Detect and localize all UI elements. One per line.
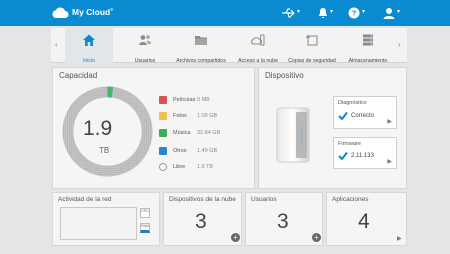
- users-title: Usuarios: [251, 196, 277, 203]
- apps-title: Aplicaciones: [332, 196, 369, 203]
- nav-item-label: Copias de seguridad: [288, 58, 336, 64]
- legend-item: Fotos 1.09 GB: [159, 112, 239, 124]
- device-title: Dispositivo: [265, 71, 304, 80]
- legend-item: Música 32.84 GB: [159, 129, 239, 141]
- capacity-title: Capacidad: [59, 71, 98, 80]
- nav-item-label: Inicio: [82, 58, 96, 64]
- photo-icon: [159, 112, 167, 120]
- cloud-devices-card[interactable]: Dispositivos de la nube 3 +: [163, 192, 242, 246]
- nav-prev-icon[interactable]: ‹: [55, 40, 58, 49]
- cloud-devices-icon: [251, 34, 265, 46]
- legend-item: Libre 1.9 TB: [159, 163, 239, 175]
- ram-indicator: RAM: [140, 223, 150, 233]
- nav-item-home[interactable]: Inicio: [65, 28, 113, 64]
- nav-item-label: Archivos compartidos: [176, 58, 226, 64]
- nav-item-storage[interactable]: Almacenamiento: [343, 28, 393, 64]
- diagnostics-card[interactable]: Diagnóstico Correcto ▶: [333, 96, 397, 129]
- free-icon: [159, 163, 167, 171]
- usb-caret-icon[interactable]: ▾: [297, 8, 300, 15]
- diagnostics-arrow-icon[interactable]: ▶: [387, 118, 392, 125]
- apps-count: 4: [358, 210, 370, 233]
- capacity-unit: TB: [99, 146, 110, 155]
- user-icon[interactable]: [381, 6, 397, 20]
- nas-drive-image: [276, 107, 310, 163]
- top-bar: My Cloud® ▾ ▾ ? ▾ ▾: [0, 0, 450, 26]
- check-icon: [338, 111, 348, 121]
- nav-item-users[interactable]: Usuarios: [121, 28, 169, 64]
- users-count: 3: [277, 210, 289, 233]
- legend-item: Otros 1.49 GB: [159, 147, 239, 159]
- svg-text:?: ?: [352, 9, 357, 18]
- main-nav: ‹ Inicio Usuarios Archivos compartidos A…: [51, 28, 407, 64]
- film-icon: [159, 96, 167, 104]
- user-caret-icon[interactable]: ▾: [397, 8, 400, 15]
- bell-icon[interactable]: [315, 6, 331, 20]
- bell-caret-icon[interactable]: ▾: [330, 8, 333, 15]
- network-title: Actividad de la red: [58, 196, 112, 203]
- nav-item-label: Almacenamiento: [348, 58, 388, 64]
- firmware-value: 2.11.133: [351, 153, 374, 159]
- device-panel: Dispositivo Diagnóstico Correcto ▶ Firmw…: [258, 67, 407, 189]
- network-activity-card[interactable]: Actividad de la red CPU RAM: [52, 192, 160, 246]
- cloud-devices-count: 3: [195, 210, 207, 233]
- help-caret-icon[interactable]: ▾: [362, 8, 365, 15]
- help-icon[interactable]: ?: [346, 6, 362, 20]
- capacity-panel: Capacidad 1.9 TB Películas 0 MB Fotos 1.…: [52, 67, 255, 189]
- backup-icon: [306, 34, 318, 46]
- usb-icon[interactable]: [280, 6, 296, 20]
- firmware-card[interactable]: Firmware 2.11.133 ▶: [333, 137, 397, 169]
- users-card[interactable]: Usuarios 3 +: [245, 192, 323, 246]
- brand-title: My Cloud®: [72, 7, 114, 17]
- diagnostics-value: Correcto: [351, 113, 375, 119]
- diagnostics-title: Diagnóstico: [338, 100, 367, 106]
- cloud-logo-icon: [52, 7, 69, 19]
- network-graph: [60, 207, 137, 240]
- nav-item-backup[interactable]: Copias de seguridad: [285, 28, 339, 64]
- legend-item: Películas 0 MB: [159, 96, 239, 108]
- storage-icon: [363, 34, 373, 46]
- music-icon: [159, 129, 167, 137]
- folder-icon: [195, 36, 207, 45]
- cloud-devices-title: Dispositivos de la nube: [169, 196, 236, 203]
- firmware-title: Firmware: [338, 141, 361, 147]
- add-cloud-device-icon[interactable]: +: [231, 233, 240, 242]
- firmware-arrow-icon[interactable]: ▶: [387, 158, 392, 165]
- add-user-icon[interactable]: +: [312, 233, 321, 242]
- capacity-total: 1.9: [83, 117, 113, 140]
- apps-card[interactable]: Aplicaciones 4 ▶: [326, 192, 407, 246]
- nav-item-cloud-access[interactable]: Acceso a la nube: [233, 28, 283, 64]
- apps-arrow-icon[interactable]: ▶: [397, 235, 402, 242]
- nav-next-icon[interactable]: ›: [398, 40, 401, 49]
- other-icon: [159, 147, 167, 155]
- nav-item-shares[interactable]: Archivos compartidos: [171, 28, 231, 64]
- nav-item-label: Usuarios: [134, 58, 156, 64]
- nav-item-label: Acceso a la nube: [238, 58, 278, 64]
- home-icon: [83, 34, 95, 46]
- users-icon: [139, 35, 151, 45]
- cpu-indicator: CPU: [140, 208, 150, 218]
- check-icon: [338, 151, 348, 161]
